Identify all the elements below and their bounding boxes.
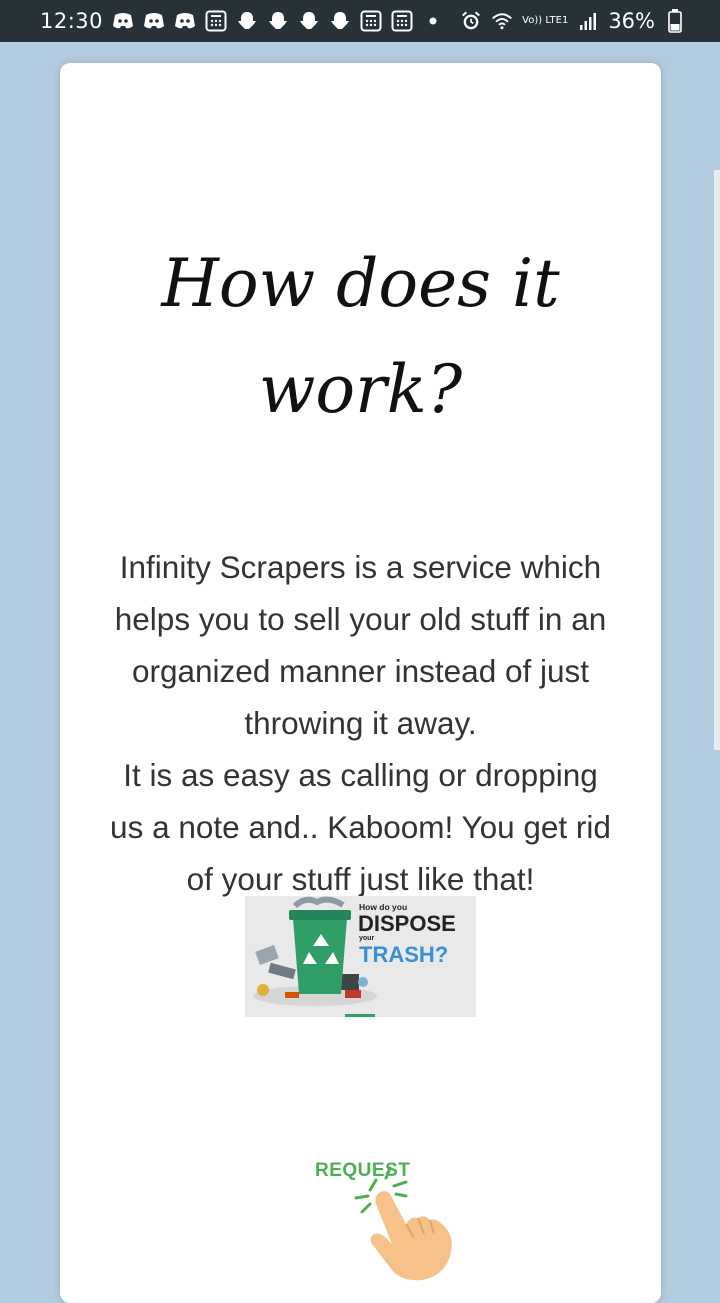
description-line: us a note and.. Kaboom! You get rid [110,809,611,845]
content-card: How does it work? Infinity Scrapers is a… [60,63,661,1303]
snapchat-icon [267,10,289,32]
battery-percent: 36% [608,9,655,33]
dot-icon [422,10,444,32]
calculator-icon [391,10,413,32]
status-right: Vo)) LTE1 36% [460,8,686,34]
page-title-line2: work? [258,351,463,428]
network-type-label: Vo)) LTE1 [522,15,569,26]
notification-icons [112,10,444,32]
snapchat-icon [298,10,320,32]
tap-hand-icon [354,1166,452,1281]
image-text-line2: DISPOSE [358,911,456,936]
service-description: Infinity Scrapers is a service which hel… [80,541,641,905]
discord-icon [174,10,196,32]
battery-icon [664,9,686,33]
image-text-line4: TRASH? [359,942,448,967]
trash-illustration: How do you DISPOSE your TRASH? [245,896,476,1017]
scrollbar[interactable] [714,170,720,750]
description-line: throwing it away. [244,705,477,741]
status-time: 12:30 [40,9,104,33]
description-line: Infinity Scrapers is a service which [119,549,602,585]
image-text-line3: your [359,935,374,942]
snapchat-icon [236,10,258,32]
status-bar: 12:30 Vo)) LTE1 36% [0,0,720,42]
calculator-icon [360,10,382,32]
discord-icon [143,10,165,32]
alarm-icon [460,10,482,32]
snapchat-icon [329,10,351,32]
wifi-icon [491,10,513,32]
signal-icon [577,10,599,32]
page-title: How does it work? [60,231,661,443]
description-line: organized manner instead of just [131,653,590,689]
request-button[interactable]: REQUEST [310,1158,470,1288]
description-line: It is as easy as calling or dropping [123,757,598,793]
discord-icon [112,10,134,32]
page-title-line1: How does it [161,245,560,322]
dispose-trash-image: How do you DISPOSE your TRASH? [245,896,476,1017]
description-line: of your stuff just like that! [186,861,535,897]
description-line: helps you to sell your old stuff in an [114,601,607,637]
calculator-icon [205,10,227,32]
